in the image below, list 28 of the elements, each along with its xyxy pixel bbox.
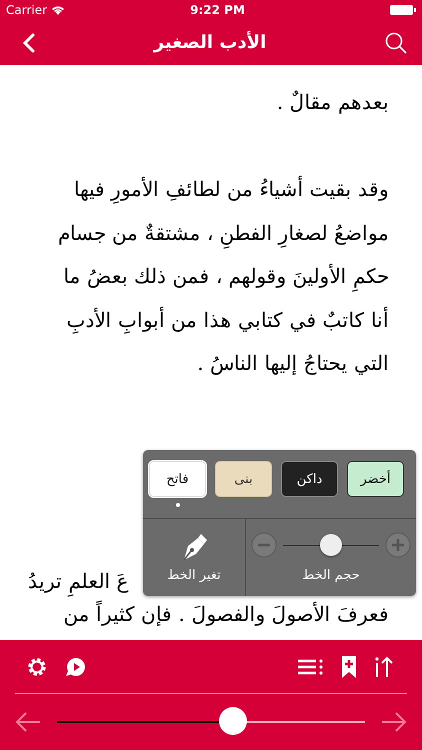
body-text-line: وقد بقيت أشياءُ من لطائفِ الأمورِ فيها [68, 168, 395, 212]
theme-button[interactable]: بنى [215, 461, 272, 497]
carrier-label: Carrier [6, 3, 48, 17]
font-change-label: تغير الخط [167, 568, 221, 583]
body-text-line: بعدهم مقالٌ . [276, 89, 390, 116]
search-icon[interactable] [384, 30, 408, 54]
selected-dot [176, 503, 180, 507]
progress-thumb[interactable] [218, 707, 247, 735]
font-size-label: حجم الخط [302, 568, 360, 583]
list-icon[interactable] [298, 658, 324, 674]
body-text-line: التي يحتاجُ إليها الناسُ . [196, 350, 390, 377]
theme-button[interactable]: فاتح [149, 461, 206, 497]
settings-icon[interactable] [27, 656, 47, 676]
body-text-line: أنا كاتبٌ في كتابي هذا من أبوابِ الأدبِ [60, 298, 395, 342]
theme-button[interactable]: داكن [281, 461, 338, 497]
body-text-line: حكمِ الأولينَ وقولهم ، فمن ذلك بعضُ ما [57, 255, 395, 298]
theme-button[interactable]: أخضر [347, 461, 404, 497]
text-direction-icon[interactable] [374, 656, 394, 678]
body-text-line: فعرفَ الأصولَ والفصولَ . فإن كثيراً من [62, 602, 390, 626]
battery-icon [390, 5, 416, 15]
status-time: 9:22 PM [189, 3, 246, 17]
wifi-icon [51, 5, 66, 15]
book-title: الأدب الصغير [154, 32, 266, 53]
play-bubble-icon[interactable] [65, 656, 87, 676]
bookmark-add-icon[interactable] [342, 656, 356, 678]
back-icon[interactable] [22, 32, 36, 54]
slider-thumb[interactable] [320, 534, 342, 556]
body-text-line: مواضعُ لصغارِ الفطنِ ، مشتقةٌ من جسام [52, 212, 395, 255]
